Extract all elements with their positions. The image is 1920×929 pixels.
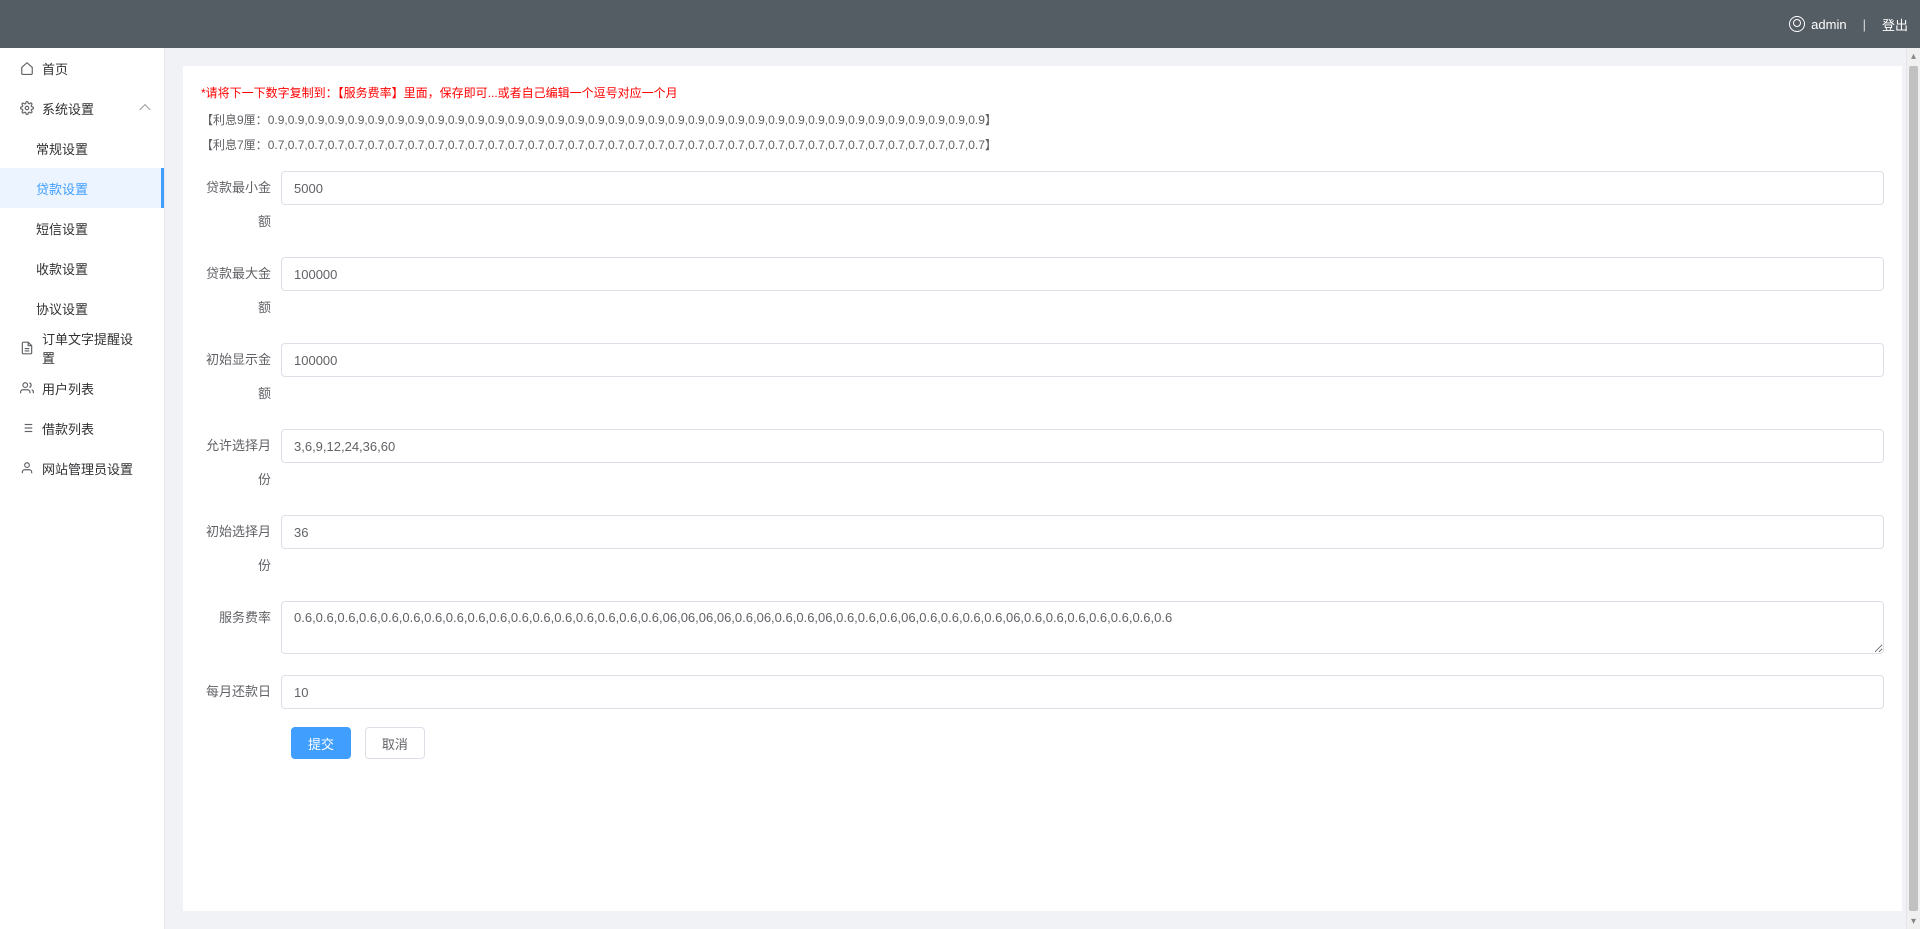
form-row-repay-day: 每月还款日 bbox=[201, 675, 1884, 709]
users-icon bbox=[20, 381, 34, 395]
notice-text: *请将下一下数字复制到：【服务费率】里面，保存即可...或者自己编辑一个逗号对应… bbox=[201, 84, 1884, 101]
app-header: admin | 登出 bbox=[0, 0, 1920, 48]
sidebar-item-order-text-reminder[interactable]: 订单文字提醒设置 bbox=[0, 328, 164, 368]
sidebar-item-label: 常规设置 bbox=[36, 139, 88, 158]
loan-settings-form: 贷款最小金额 贷款最大金额 初始显示金额 bbox=[201, 171, 1884, 759]
rate9-label: 【利息9厘： bbox=[201, 113, 268, 127]
sidebar-item-sms[interactable]: 短信设置 bbox=[0, 208, 164, 248]
submit-button[interactable]: 提交 bbox=[291, 727, 351, 759]
initial-months-label: 初始选择月份 bbox=[201, 515, 281, 583]
max-amount-input[interactable] bbox=[281, 257, 1884, 291]
rate9-line: 【利息9厘：0.9,0.9,0.9,0.9,0.9,0.9,0.9,0.9,0.… bbox=[201, 111, 1884, 128]
chevron-up-icon bbox=[139, 104, 150, 115]
form-row-initial-amount: 初始显示金额 bbox=[201, 343, 1884, 411]
min-amount-input[interactable] bbox=[281, 171, 1884, 205]
initial-months-input[interactable] bbox=[281, 515, 1884, 549]
max-amount-label: 贷款最大金额 bbox=[201, 257, 281, 325]
sidebar-item-label: 协议设置 bbox=[36, 299, 88, 318]
form-row-min-amount: 贷款最小金额 bbox=[201, 171, 1884, 239]
sidebar-item-agreement[interactable]: 协议设置 bbox=[0, 288, 164, 328]
rate7-value: 0.7,0.7,0.7,0.7,0.7,0.7,0.7,0.7,0.7,0.7,… bbox=[268, 138, 985, 152]
min-amount-label: 贷款最小金额 bbox=[201, 171, 281, 239]
sidebar-item-loan-list[interactable]: 借款列表 bbox=[0, 408, 164, 448]
form-buttons: 提交 取消 bbox=[201, 727, 1884, 759]
rate7-line: 【利息7厘：0.7,0.7,0.7,0.7,0.7,0.7,0.7,0.7,0.… bbox=[201, 136, 1884, 153]
list-icon bbox=[20, 421, 34, 435]
sidebar-submenu-system-settings[interactable]: 系统设置 bbox=[0, 88, 164, 128]
sidebar-submenu-items: 常规设置 贷款设置 短信设置 收款设置 协议设置 bbox=[0, 128, 164, 328]
initial-amount-label: 初始显示金额 bbox=[201, 343, 281, 411]
user-icon bbox=[20, 461, 34, 475]
document-icon bbox=[20, 341, 34, 355]
scroll-down-arrow-icon[interactable]: ▾ bbox=[1907, 913, 1920, 929]
sidebar-item-label: 订单文字提醒设置 bbox=[42, 329, 144, 367]
sidebar-item-label: 收款设置 bbox=[36, 259, 88, 278]
settings-panel: *请将下一下数字复制到：【服务费率】里面，保存即可...或者自己编辑一个逗号对应… bbox=[183, 66, 1902, 911]
repay-day-input[interactable] bbox=[281, 675, 1884, 709]
form-row-service-rate: 服务费率 0.6,0.6,0.6,0.6,0.6,0.6,0.6,0.6,0.6… bbox=[201, 601, 1884, 657]
service-rate-label: 服务费率 bbox=[201, 601, 281, 635]
sidebar-item-label: 贷款设置 bbox=[36, 179, 88, 198]
avatar-icon bbox=[1789, 16, 1805, 32]
allowed-months-input[interactable] bbox=[281, 429, 1884, 463]
vertical-scrollbar[interactable]: ▴ ▾ bbox=[1906, 48, 1920, 929]
scrollbar-thumb[interactable] bbox=[1909, 66, 1918, 911]
sidebar-item-label: 借款列表 bbox=[42, 419, 94, 438]
cancel-button[interactable]: 取消 bbox=[365, 727, 425, 759]
rate9-value: 0.9,0.9,0.9,0.9,0.9,0.9,0.9,0.9,0.9,0.9,… bbox=[268, 113, 985, 127]
sidebar-item-label: 首页 bbox=[42, 59, 68, 78]
gear-icon bbox=[20, 101, 34, 115]
sidebar-item-label: 网站管理员设置 bbox=[42, 459, 133, 478]
sidebar-item-general[interactable]: 常规设置 bbox=[0, 128, 164, 168]
sidebar-item-admin-settings[interactable]: 网站管理员设置 bbox=[0, 448, 164, 488]
form-row-max-amount: 贷款最大金额 bbox=[201, 257, 1884, 325]
sidebar-item-label: 用户列表 bbox=[42, 379, 94, 398]
repay-day-label: 每月还款日 bbox=[201, 675, 281, 709]
rate9-suffix: 】 bbox=[985, 113, 997, 127]
sidebar-item-loan[interactable]: 贷款设置 bbox=[0, 168, 164, 208]
sidebar: 首页 系统设置 常规设置 贷款设置 短信设置 收款设置 协议设置 bbox=[0, 48, 165, 929]
sidebar-item-label: 短信设置 bbox=[36, 219, 88, 238]
content-area: *请将下一下数字复制到：【服务费率】里面，保存即可...或者自己编辑一个逗号对应… bbox=[165, 48, 1920, 929]
home-icon bbox=[20, 61, 34, 75]
sidebar-item-label: 系统设置 bbox=[42, 99, 94, 118]
initial-amount-input[interactable] bbox=[281, 343, 1884, 377]
sidebar-item-payment[interactable]: 收款设置 bbox=[0, 248, 164, 288]
form-row-allowed-months: 允许选择月份 bbox=[201, 429, 1884, 497]
service-rate-textarea[interactable]: 0.6,0.6,0.6,0.6,0.6,0.6,0.6,0.6,0.6,0.6,… bbox=[281, 601, 1884, 654]
header-separator: | bbox=[1863, 17, 1866, 32]
form-row-initial-months: 初始选择月份 bbox=[201, 515, 1884, 583]
logout-link[interactable]: 登出 bbox=[1882, 15, 1908, 34]
header-username: admin bbox=[1811, 17, 1846, 32]
header-user-area: admin | 登出 bbox=[1789, 15, 1908, 34]
allowed-months-label: 允许选择月份 bbox=[201, 429, 281, 497]
rate7-label: 【利息7厘： bbox=[201, 138, 268, 152]
sidebar-item-home[interactable]: 首页 bbox=[0, 48, 164, 88]
scroll-up-arrow-icon[interactable]: ▴ bbox=[1907, 48, 1920, 64]
sidebar-item-user-list[interactable]: 用户列表 bbox=[0, 368, 164, 408]
rate7-suffix: 】 bbox=[985, 138, 997, 152]
